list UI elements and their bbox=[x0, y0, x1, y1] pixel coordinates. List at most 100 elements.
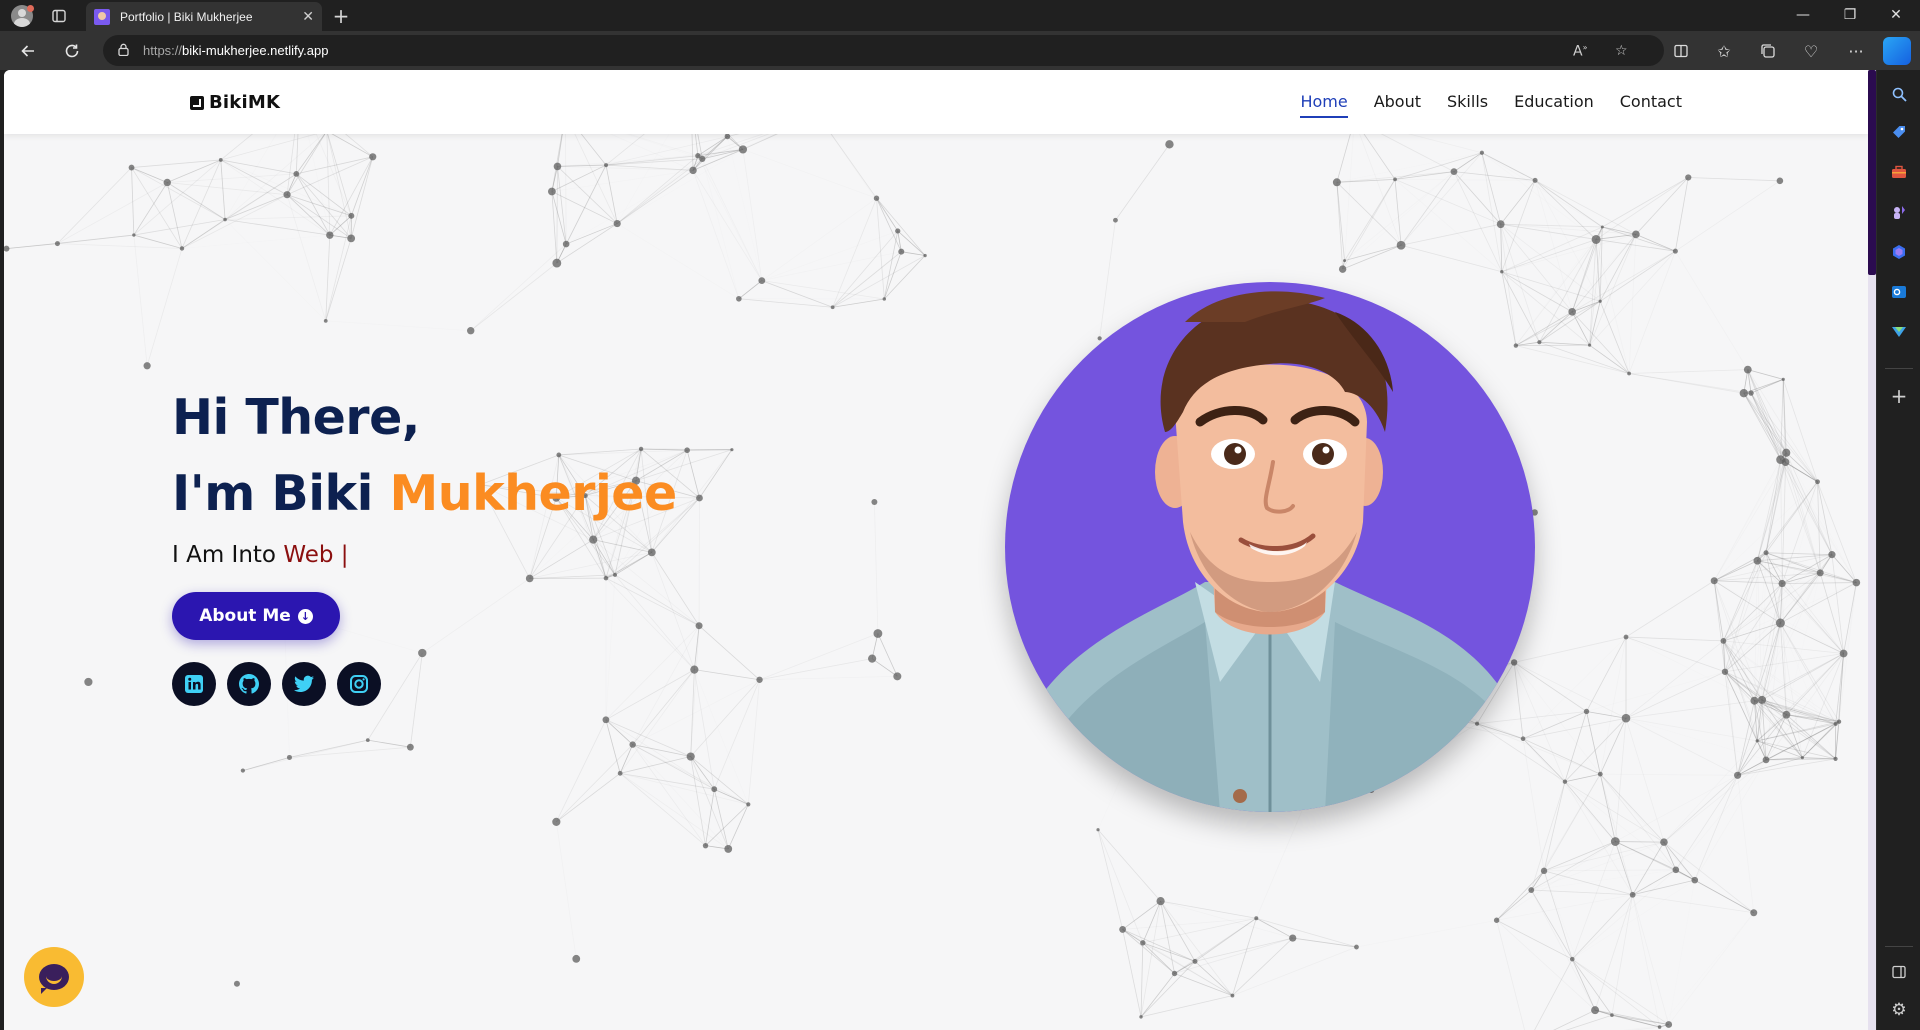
new-tab-button[interactable]: + bbox=[329, 4, 353, 28]
network-node bbox=[1621, 713, 1631, 723]
close-window-button[interactable]: ✕ bbox=[1878, 3, 1914, 27]
toolbox-icon[interactable] bbox=[1887, 160, 1911, 184]
network-link bbox=[1614, 718, 1627, 842]
network-link bbox=[1353, 119, 1402, 246]
network-link bbox=[1765, 552, 1781, 624]
network-link bbox=[350, 156, 374, 239]
network-link bbox=[1530, 870, 1545, 891]
network-node bbox=[1800, 756, 1804, 760]
network-link bbox=[1747, 369, 1786, 463]
network-node bbox=[1496, 220, 1505, 229]
network-node bbox=[548, 187, 556, 196]
tab-close-icon[interactable]: ✕ bbox=[302, 9, 314, 25]
workspaces-icon[interactable] bbox=[47, 4, 71, 28]
nav-link-contact[interactable]: Contact bbox=[1620, 92, 1682, 118]
star-icon[interactable]: ☆ bbox=[1615, 43, 1628, 59]
chat-widget-button[interactable] bbox=[24, 947, 84, 1007]
network-node bbox=[873, 195, 880, 201]
back-button[interactable] bbox=[14, 37, 42, 65]
add-icon[interactable]: + bbox=[1887, 384, 1911, 408]
network-link bbox=[556, 773, 621, 823]
network-link bbox=[1293, 790, 1311, 938]
network-node bbox=[365, 738, 370, 743]
site-nav: Home About Skills Education Contact bbox=[1300, 92, 1682, 118]
network-node bbox=[553, 162, 562, 171]
network-node bbox=[293, 171, 300, 177]
nav-link-education[interactable]: Education bbox=[1514, 92, 1594, 118]
scrollbar-thumb[interactable] bbox=[1868, 70, 1876, 275]
network-node bbox=[1610, 837, 1620, 846]
sidebar-toggle-icon[interactable] bbox=[1887, 960, 1911, 984]
network-link bbox=[1342, 179, 1396, 270]
favorites-icon[interactable]: ✩ bbox=[1711, 38, 1737, 64]
network-link bbox=[743, 149, 877, 198]
network-node bbox=[873, 629, 883, 638]
network-link bbox=[633, 745, 729, 849]
network-link bbox=[1675, 869, 1754, 914]
network-link bbox=[1496, 889, 1532, 921]
network-link bbox=[759, 675, 898, 681]
network-link bbox=[326, 130, 373, 158]
network-node bbox=[1588, 343, 1592, 347]
network-link bbox=[1160, 900, 1293, 939]
copilot-icon[interactable] bbox=[1883, 37, 1911, 65]
browser-tab[interactable]: Portfolio | Biki Mukherjee ✕ bbox=[86, 2, 322, 31]
outlook-icon[interactable] bbox=[1887, 280, 1911, 304]
nav-link-home[interactable]: Home bbox=[1300, 92, 1348, 118]
network-node bbox=[1776, 455, 1786, 465]
network-link bbox=[1543, 870, 1573, 960]
network-link bbox=[1514, 636, 1627, 663]
network-link bbox=[1564, 781, 1665, 843]
network-node bbox=[1097, 336, 1102, 341]
network-link bbox=[1571, 311, 1630, 374]
network-node bbox=[1748, 390, 1754, 396]
network-node bbox=[143, 362, 151, 370]
ellipsis-icon[interactable]: ··· bbox=[1843, 38, 1869, 64]
network-node bbox=[617, 770, 623, 776]
network-link bbox=[759, 633, 879, 681]
collections-icon[interactable] bbox=[1755, 38, 1781, 64]
network-link bbox=[1615, 841, 1664, 843]
shopping-tag-icon[interactable] bbox=[1887, 120, 1911, 144]
network-link bbox=[1594, 1009, 1660, 1028]
network-link bbox=[1625, 636, 1724, 642]
github-icon[interactable] bbox=[227, 662, 271, 706]
minimize-button[interactable]: — bbox=[1785, 3, 1821, 27]
network-node bbox=[240, 768, 245, 773]
network-node bbox=[1230, 993, 1235, 998]
network-node bbox=[406, 743, 414, 751]
network-link bbox=[131, 167, 168, 183]
network-link bbox=[1500, 224, 1540, 343]
network-link bbox=[1743, 392, 1787, 453]
network-node bbox=[552, 817, 561, 826]
network-node bbox=[1500, 270, 1504, 274]
read-aloud-icon[interactable]: A» bbox=[1573, 43, 1587, 60]
linkedin-icon[interactable] bbox=[172, 662, 216, 706]
copilot-app-icon[interactable] bbox=[1887, 240, 1911, 264]
heart-pulse-icon[interactable]: ♡ bbox=[1798, 38, 1824, 64]
profile-avatar-icon[interactable] bbox=[10, 4, 34, 28]
settings-icon[interactable]: ⚙ bbox=[1887, 998, 1911, 1022]
instagram-icon[interactable] bbox=[337, 662, 381, 706]
about-me-button[interactable]: About Me ↓ bbox=[172, 592, 340, 640]
nav-link-about[interactable]: About bbox=[1374, 92, 1421, 118]
network-link bbox=[1160, 900, 1196, 962]
network-link bbox=[727, 804, 749, 850]
network-node bbox=[1763, 550, 1769, 556]
games-icon[interactable] bbox=[1887, 200, 1911, 224]
search-icon[interactable] bbox=[1887, 82, 1911, 106]
network-link bbox=[1761, 699, 1840, 723]
restore-button[interactable]: ❐ bbox=[1832, 3, 1868, 27]
nav-link-skills[interactable]: Skills bbox=[1447, 92, 1488, 118]
network-link bbox=[690, 756, 729, 850]
network-node bbox=[1720, 638, 1727, 644]
address-bar[interactable]: https:// biki-mukherjee.netlify.app A» ☆ bbox=[103, 35, 1664, 66]
split-screen-icon[interactable] bbox=[1668, 38, 1694, 64]
network-link bbox=[705, 789, 715, 846]
brand-logo[interactable]: BikiMK bbox=[190, 92, 280, 113]
twitter-icon[interactable] bbox=[282, 662, 326, 706]
drop-icon[interactable] bbox=[1887, 320, 1911, 344]
network-node bbox=[1629, 891, 1636, 898]
lock-icon[interactable] bbox=[118, 43, 129, 59]
refresh-button[interactable] bbox=[58, 37, 86, 65]
